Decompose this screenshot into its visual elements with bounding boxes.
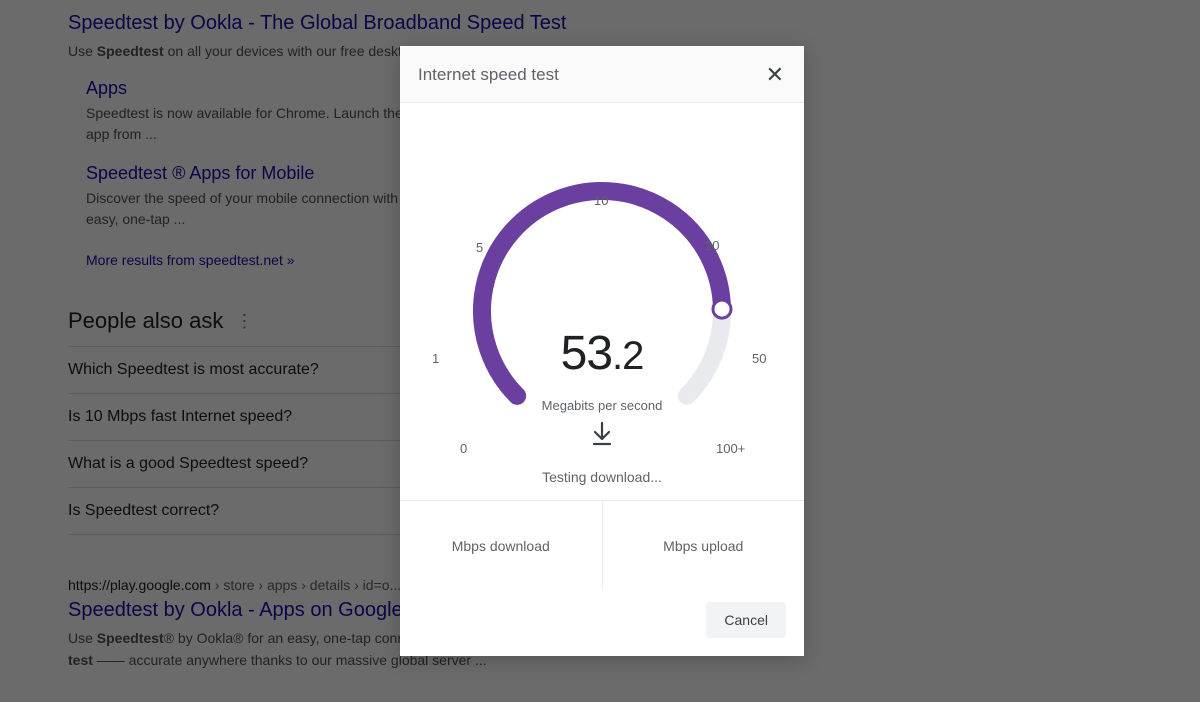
gauge-chart xyxy=(442,131,762,431)
results-row: Mbps download Mbps upload xyxy=(400,500,804,590)
cancel-button[interactable]: Cancel xyxy=(706,602,786,638)
gauge-area: 0 1 5 10 20 50 100+ 53.2 Megabits per se… xyxy=(400,103,804,500)
modal-title: Internet speed test xyxy=(418,65,559,85)
status-text: Testing download... xyxy=(400,469,804,485)
speed-unit-label: Megabits per second xyxy=(400,398,804,413)
download-result-cell: Mbps download xyxy=(400,501,603,590)
download-icon xyxy=(400,421,804,452)
speed-test-modal: Internet speed test ✕ 0 1 5 10 20 50 100… xyxy=(400,46,804,656)
modal-header: Internet speed test ✕ xyxy=(400,46,804,103)
gauge-tick-10: 10 xyxy=(594,193,608,208)
gauge-tick-20: 20 xyxy=(705,238,719,253)
modal-footer: Cancel xyxy=(400,590,804,656)
close-icon[interactable]: ✕ xyxy=(762,62,788,88)
upload-result-cell: Mbps upload xyxy=(603,501,805,590)
speed-value: 53.2 xyxy=(400,326,804,381)
gauge-tick-5: 5 xyxy=(476,240,483,255)
